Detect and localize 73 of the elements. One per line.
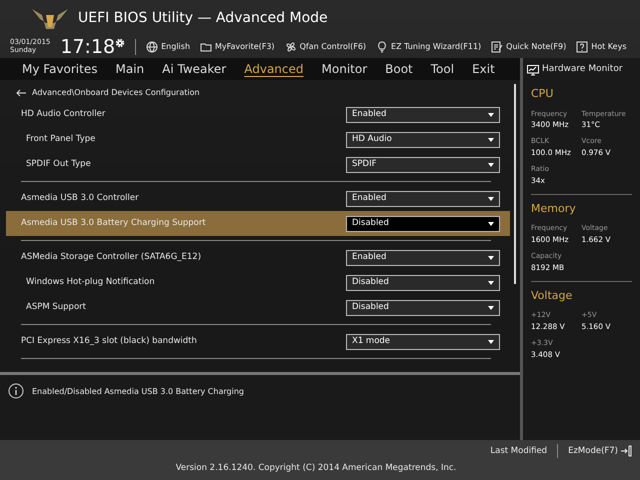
dropdown-caret-icon [488, 256, 494, 260]
menu-tab[interactable]: Advanced [244, 60, 304, 78]
dropdown-field[interactable]: Disabled [346, 274, 500, 290]
dropdown-caret-icon [488, 306, 494, 310]
menu-tab[interactable]: Tool [430, 60, 454, 78]
dropdown-field[interactable]: SPDIF [346, 156, 500, 172]
dropdown-caret-icon [488, 162, 494, 166]
dropdown-field[interactable]: Disabled [346, 216, 500, 232]
dropdown-caret-icon [488, 280, 494, 284]
dropdown-field[interactable]: Enabled [346, 250, 500, 266]
setting-row[interactable]: PCI Express X16_3 slot (black) bandwidth X1 mode [6, 329, 510, 354]
toolbar-button[interactable]: Qfan Control(F6) [284, 41, 366, 53]
setting-label: ASMedia Storage Controller (SATA6G_E12) [21, 251, 202, 264]
dropdown-field[interactable]: Disabled [346, 300, 500, 316]
menu-tab[interactable]: My Favorites [22, 60, 98, 78]
setting-label: HD Audio Controller [21, 108, 106, 121]
toolbar-button[interactable]: Quick Note(F9) [491, 41, 566, 53]
last-modified-link[interactable]: Last Modified [490, 444, 548, 458]
breadcrumb-text: Advanced\Onboard Devices Configuration [32, 87, 200, 99]
section-title: Memory [531, 200, 577, 217]
help-icon [576, 41, 588, 53]
panel-title: Hardware Monitor [542, 63, 623, 76]
folder-icon [200, 41, 212, 53]
toolbar-button[interactable]: Hot Keys [576, 41, 626, 53]
setting-label: Asmedia USB 3.0 Controller [21, 192, 139, 205]
dropdown-field[interactable]: HD Audio [346, 132, 500, 148]
clock-time: 17:18 [60, 38, 116, 56]
setting-label: Front Panel Type [25, 133, 96, 146]
settings-icon[interactable] [115, 38, 126, 48]
menu-tab[interactable]: Exit [472, 60, 495, 78]
dropdown-caret-icon [488, 222, 494, 226]
menu-tab[interactable]: Main [115, 60, 144, 78]
fan-icon [284, 41, 297, 53]
globe-icon [146, 41, 158, 53]
setting-label: Asmedia USB 3.0 Battery Charging Support [21, 217, 206, 230]
toolbar-button[interactable]: EZ Tuning Wizard(F11) [376, 41, 482, 53]
back-arrow-icon[interactable] [16, 89, 26, 97]
ezmode-button[interactable]: EzMode(F7) [568, 444, 632, 458]
setting-row[interactable]: ASMedia Storage Controller (SATA6G_E12) Enabled [6, 245, 510, 270]
setting-row[interactable]: Asmedia USB 3.0 Battery Charging Support Disabled [6, 211, 510, 236]
setting-row[interactable]: SPDIF Out Type SPDIF [6, 152, 510, 177]
toolbar-button[interactable]: English [146, 41, 190, 53]
section-title: CPU [531, 86, 554, 102]
setting-row[interactable]: HD Audio Controller Enabled [6, 102, 510, 127]
window-title: UEFI BIOS Utility — Advanced Mode [78, 8, 328, 28]
note-icon [491, 41, 504, 53]
toolbar-button[interactable]: MyFavorite(F3) [200, 41, 275, 53]
setting-row[interactable]: Front Panel Type HD Audio [6, 127, 510, 152]
dropdown-field[interactable]: Enabled [346, 190, 500, 206]
setting-label: SPDIF Out Type [25, 158, 91, 171]
dropdown-field[interactable]: Enabled [346, 106, 500, 122]
setting-label: Windows Hot-plug Notification [25, 276, 155, 289]
setting-row[interactable]: Asmedia USB 3.0 Controller Enabled [6, 186, 510, 211]
lightbulb-icon [376, 41, 388, 53]
dropdown-caret-icon [488, 196, 494, 200]
dropdown-caret-icon [488, 340, 494, 344]
menu-tab[interactable]: Boot [385, 60, 413, 78]
info-icon [8, 383, 24, 399]
menu-tab[interactable]: Monitor [322, 60, 368, 78]
section-title: Voltage [531, 288, 574, 304]
dropdown-caret-icon [488, 138, 494, 142]
exit-arrow-icon [620, 445, 632, 457]
monitor-icon [527, 64, 539, 76]
setting-row[interactable]: ASPM Support Disabled [6, 295, 510, 320]
version-text: Version 2.16.1240. Copyright (C) 2014 American Megatrends, Inc. [176, 462, 456, 475]
scrollbar[interactable] [514, 84, 516, 284]
menu-tab[interactable]: Ai Tweaker [162, 60, 226, 78]
setting-label: ASPM Support [25, 301, 86, 314]
help-text: Enabled/Disabled Asmedia USB 3.0 Battery Charging [32, 386, 244, 398]
dropdown-field[interactable]: X1 mode [346, 334, 500, 350]
setting-row[interactable]: Windows Hot-plug Notification Disabled [6, 270, 510, 295]
setting-label: PCI Express X16_3 slot (black) bandwidth [21, 335, 197, 348]
dropdown-caret-icon [488, 112, 494, 116]
